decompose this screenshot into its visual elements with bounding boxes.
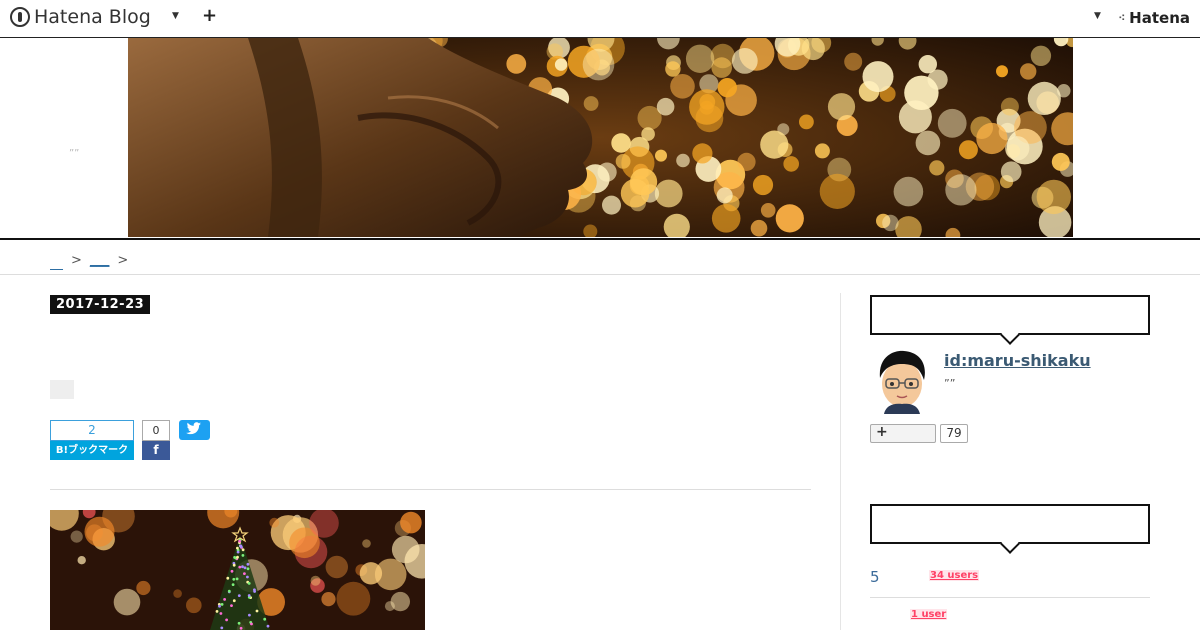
bookmark-label[interactable]: B!ブックマーク [50, 441, 134, 460]
hatena-brand-link[interactable]: ⁖ Hatena [1118, 9, 1190, 27]
sidebar-ranking-heading [870, 504, 1150, 544]
ranking-divider [870, 597, 1150, 598]
twitter-share-button[interactable] [179, 420, 210, 440]
follower-count: 79 [940, 424, 968, 443]
bookmark-users-badge[interactable]: 34 users [929, 570, 980, 581]
plus-icon[interactable]: + [202, 5, 217, 26]
bookmark-users-badge[interactable]: 1 user [910, 609, 948, 620]
logo-text: Hatena Blog [34, 6, 151, 28]
twitter-bird-icon [186, 422, 202, 435]
entry-date[interactable]: 2017-12-23 [50, 295, 151, 314]
facebook-share-button[interactable]: f [142, 441, 170, 460]
hatena-blog-logo[interactable]: Hatena Blog [10, 6, 151, 28]
hatena-blog-logo-icon [10, 7, 30, 27]
account-caret-icon[interactable]: ▼ [1094, 11, 1101, 21]
profile-id-link[interactable]: id:maru-shikaku [944, 351, 1091, 370]
follow-button[interactable]: + [870, 424, 936, 443]
facebook-icon: f [153, 443, 159, 457]
entry-category-chip[interactable] [50, 380, 74, 399]
entry-photo-christmas-tree[interactable] [50, 510, 425, 630]
hatena-bookmark-button[interactable]: 2 B!ブックマーク [50, 420, 134, 460]
breadcrumb: > ___ > [50, 253, 128, 272]
profile-avatar[interactable] [870, 348, 934, 414]
breadcrumb-separator: > [71, 253, 82, 268]
ranking-number: 5 [870, 568, 880, 586]
global-header: Hatena Blog ▼ + ▼ ⁖ Hatena [0, 0, 1200, 38]
blog-title[interactable]: ”” [69, 148, 79, 159]
bookmark-count[interactable]: 2 [50, 420, 134, 441]
breadcrumb-separator: > [117, 253, 129, 268]
column-divider [840, 293, 841, 630]
header-banner-image [128, 38, 1073, 237]
breadcrumb-home-link[interactable] [50, 253, 63, 272]
sidebar-profile-heading [870, 295, 1150, 335]
blog-header: ”” [0, 38, 1200, 240]
plus-icon: + [876, 424, 888, 440]
profile-description: ”” [944, 377, 956, 390]
entry-content-divider [50, 489, 811, 490]
hatena-mark-icon: ⁖ [1118, 12, 1126, 24]
hatena-brand-text: Hatena [1129, 9, 1190, 27]
breadcrumb-category-link[interactable]: ___ [90, 253, 110, 272]
breadcrumb-divider [0, 274, 1200, 275]
dropdown-caret-icon[interactable]: ▼ [172, 11, 179, 21]
facebook-share-count: 0 [142, 420, 170, 441]
